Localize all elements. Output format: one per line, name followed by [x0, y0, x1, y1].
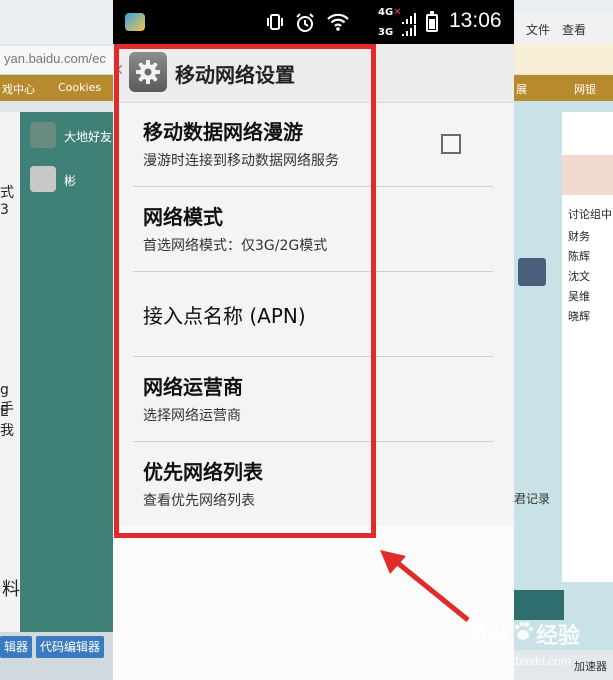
watermark-text: 经验 — [536, 624, 581, 649]
signal-icon — [400, 12, 422, 43]
chat-record-link[interactable]: 君记录 — [514, 490, 550, 507]
discussion-member[interactable]: 晓辉 — [568, 308, 590, 324]
input-area — [514, 590, 564, 620]
bookmark-item[interactable]: 网银 — [574, 81, 596, 97]
status-time: 13:06 — [449, 9, 502, 32]
contact-avatar[interactable] — [30, 166, 56, 192]
discussion-member[interactable]: 陈辉 — [568, 248, 590, 264]
contact-avatar[interactable] — [30, 122, 56, 148]
status-bar: 4G✕ 3G 13:06 — [113, 0, 514, 44]
network-type-indicator: 4G✕ 3G — [378, 7, 402, 39]
paw-icon — [512, 620, 534, 646]
contact-name[interactable]: 大地好友 — [64, 128, 112, 145]
battery-icon — [426, 11, 438, 32]
url-text: yan.baidu.com/ec — [4, 51, 106, 66]
watermark-logo: Bai — [470, 618, 508, 645]
partial-label: 料 — [2, 579, 20, 600]
editor-tab[interactable]: 辑器 — [0, 636, 33, 658]
discussion-member[interactable]: 吴维 — [568, 288, 590, 304]
code-editor-tab[interactable]: 代码编辑器 — [36, 636, 105, 658]
vibrate-icon — [265, 12, 285, 37]
strip-text: 式3 — [0, 185, 14, 218]
net-label-top: 4G — [378, 7, 394, 18]
bookmark-item[interactable]: Cookies — [58, 81, 101, 94]
wifi-icon — [326, 12, 350, 37]
discussion-member[interactable]: 财务 — [568, 228, 590, 244]
alarm-icon — [294, 12, 316, 39]
right-menu-bar: 文件 查看 — [514, 14, 613, 44]
net-label-bottom: 3G — [378, 27, 394, 38]
accelerator-label[interactable]: 加速器 — [574, 658, 607, 674]
right-toolbar — [514, 44, 613, 74]
left-text-strip: 式3 g手 E我 — [0, 112, 20, 632]
avatar — [518, 258, 546, 286]
browser-url-bar[interactable]: yan.baidu.com/ec — [0, 46, 113, 75]
roaming-checkbox[interactable] — [441, 134, 461, 154]
annotation-highlight-box — [114, 44, 376, 538]
menu-file[interactable]: 文件 — [526, 21, 550, 38]
app-notification-icon — [125, 13, 145, 31]
discussion-header: 讨论组中 — [568, 208, 612, 221]
contact-name[interactable]: 彬 — [64, 172, 76, 189]
strip-text: E我 — [0, 404, 14, 439]
bookmark-item[interactable]: 展 — [516, 81, 527, 97]
baidu-jingyan-watermark: Bai 经验 jingyan.baidu.com — [470, 618, 580, 668]
discussion-member[interactable]: 沈文 — [568, 268, 590, 284]
profile-image — [562, 155, 613, 195]
watermark-url: jingyan.baidu.com — [474, 654, 571, 668]
bookmarks-bar: 戏中心 Cookies — [0, 75, 113, 101]
red-arrow-icon — [380, 550, 470, 622]
menu-view[interactable]: 查看 — [562, 21, 586, 38]
right-bookmarks-bar: 展 网银 — [514, 75, 613, 101]
bookmark-item[interactable]: 戏中心 — [2, 81, 35, 97]
